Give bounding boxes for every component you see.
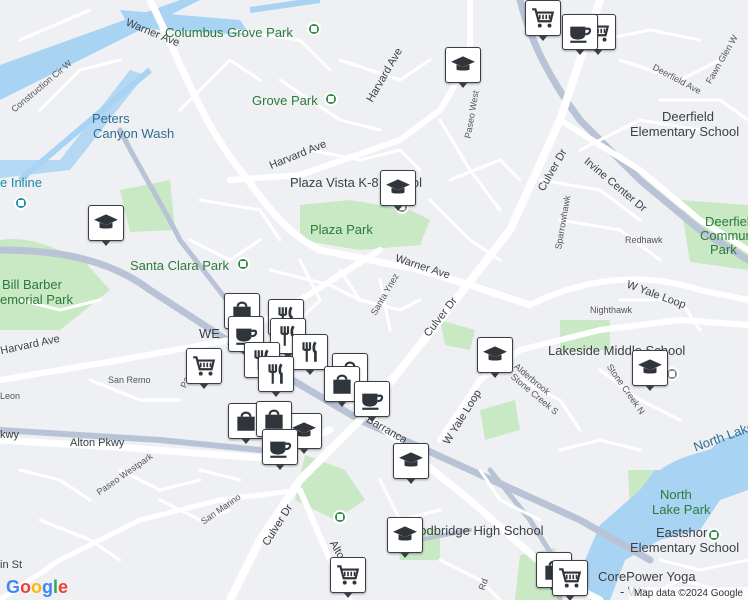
school-marker-icon[interactable] (88, 205, 124, 246)
park-label: Columbus Grove Park (165, 25, 293, 40)
school-marker-icon[interactable] (387, 517, 423, 558)
google-logo[interactable]: Google (6, 577, 68, 598)
park-tree-icon[interactable] (307, 22, 321, 36)
map-attribution[interactable]: Map data ©2024 Google (628, 587, 748, 600)
park-label: emorial Park (0, 292, 73, 307)
street-label: in St (0, 559, 23, 571)
grocery-cart-marker-icon[interactable] (525, 0, 561, 41)
street-label: Redhawk (625, 235, 663, 245)
grocery-cart-marker-icon[interactable] (330, 557, 366, 598)
restaurant-marker-icon[interactable] (258, 356, 294, 397)
water-label: Peters (92, 111, 130, 126)
park-label: Plaza Park (310, 222, 373, 237)
logo-letter: o (20, 577, 32, 597)
logo-letter: o (31, 577, 43, 597)
street-label: kwy (0, 429, 19, 441)
restaurant-marker-icon[interactable] (292, 334, 328, 375)
school-marker-icon[interactable] (632, 350, 668, 391)
cafe-marker-icon[interactable] (262, 429, 298, 470)
park-label: Grove Park (252, 93, 318, 108)
park-label: Deerfield (705, 214, 748, 229)
water-label: Canyon Wash (93, 126, 175, 141)
park-label: Bill Barber (2, 277, 62, 292)
logo-letter: e (58, 577, 69, 597)
grocery-cart-marker-icon[interactable] (186, 348, 222, 389)
logo-letter: g (42, 577, 54, 597)
park-label: Park (710, 242, 737, 257)
school-label: Eastshore (656, 525, 715, 540)
park-tree-icon[interactable] (707, 528, 721, 542)
park-tree-icon[interactable] (333, 510, 347, 524)
place-label: WE (199, 326, 220, 341)
grocery-cart-marker-icon[interactable] (552, 560, 588, 600)
park-label: Santa Clara Park (130, 258, 229, 273)
school-label: Elementary School (630, 540, 740, 555)
park-label: Lake Park (652, 502, 711, 517)
business-label: CorePower Yoga (598, 569, 696, 584)
school-marker-icon[interactable] (477, 337, 513, 378)
cafe-marker-icon[interactable] (354, 381, 390, 422)
park-tree-icon[interactable] (236, 257, 250, 271)
school-marker-icon[interactable] (380, 170, 416, 211)
school-marker-icon[interactable] (393, 443, 429, 484)
transit-label: e Inline (0, 175, 42, 190)
school-label: Deerfield (662, 109, 715, 124)
street-label: Nighthawk (590, 305, 633, 315)
school-marker-icon[interactable] (445, 47, 481, 88)
park-label: North (660, 487, 692, 502)
school-label: Elementary School (630, 124, 740, 139)
map-canvas[interactable]: Warner Ave Columbus Grove Park Harvard A… (0, 0, 748, 600)
street-label: San Remo (108, 375, 151, 385)
cafe-marker-icon[interactable] (562, 14, 598, 55)
street-label: Alton Pkwy (70, 437, 125, 449)
park-tree-icon[interactable] (324, 92, 338, 106)
transit-icon[interactable] (14, 196, 28, 210)
street-label: Leon (0, 391, 21, 401)
park-label: Communi (700, 228, 748, 243)
logo-letter: G (6, 577, 21, 597)
